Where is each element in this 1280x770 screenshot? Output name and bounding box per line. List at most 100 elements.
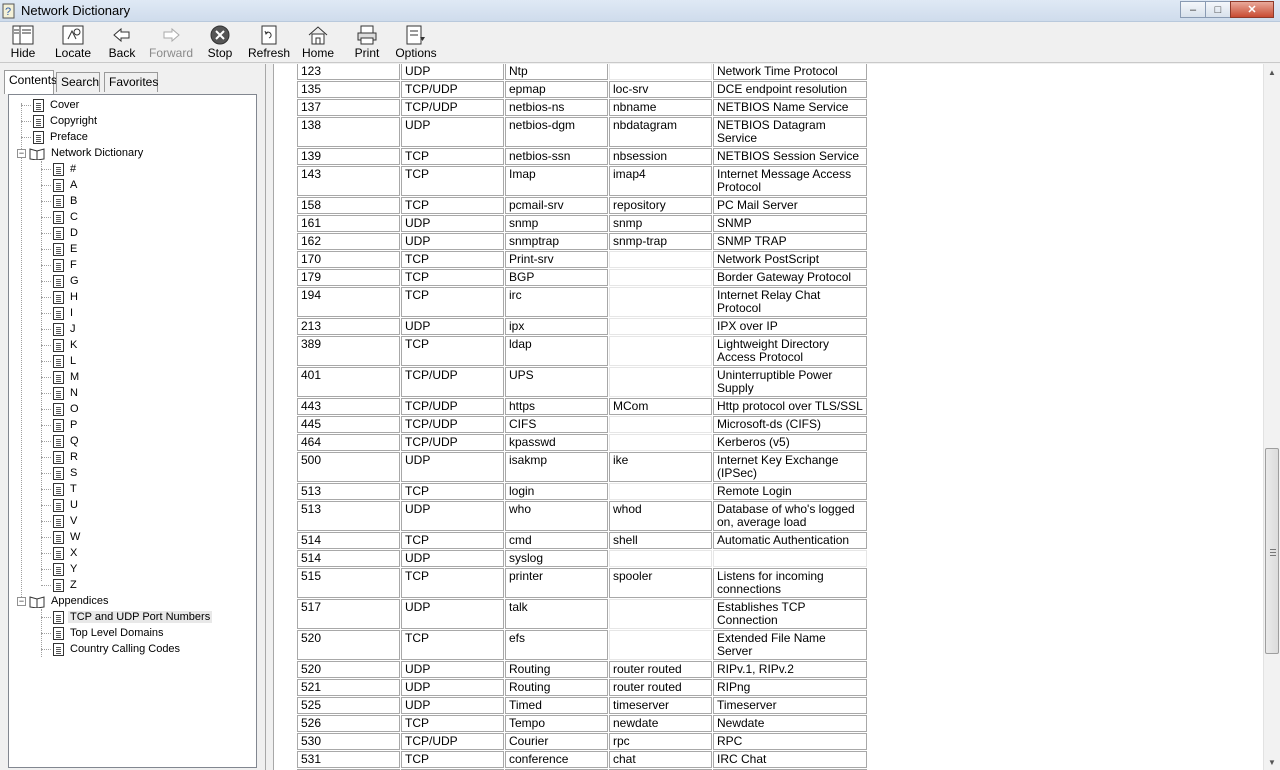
maximize-button[interactable]: □	[1205, 1, 1231, 18]
tree-item-letter[interactable]: Q	[41, 433, 81, 449]
print-button[interactable]: Print	[354, 24, 380, 62]
tree-item-letter[interactable]: A	[41, 177, 79, 193]
locate-button[interactable]: Locate	[55, 24, 91, 62]
tree-item-letter[interactable]: G	[41, 273, 81, 289]
tree-item-letter[interactable]: W	[41, 529, 82, 545]
tree-item-letter[interactable]: L	[41, 353, 78, 369]
tree-item-letter[interactable]: M	[41, 369, 81, 385]
print-label: Print	[354, 46, 380, 60]
home-button[interactable]: Home	[301, 24, 335, 62]
tree-item-letter[interactable]: C	[41, 209, 80, 225]
tree-item-letter[interactable]: E	[41, 241, 79, 257]
tree-item-letter[interactable]: F	[41, 257, 79, 273]
tree-item-letter[interactable]: V	[41, 513, 79, 529]
scroll-up-arrow-icon[interactable]: ▲	[1264, 64, 1280, 80]
table-cell: who	[505, 501, 608, 531]
table-cell: 158	[297, 197, 400, 214]
tree-item-country-calling-codes[interactable]: Country Calling Codes	[41, 641, 182, 657]
tree-item-letter[interactable]: R	[41, 449, 80, 465]
table-cell: Internet Relay Chat Protocol	[713, 287, 867, 317]
table-cell: TCP	[401, 568, 504, 598]
tree-item-letter[interactable]: N	[41, 385, 80, 401]
tab-contents[interactable]: Contents	[4, 70, 57, 94]
table-row: 139 TCP netbios-ssn nbsession NETBIOS Sessio…	[297, 148, 867, 165]
table-cell: https	[505, 398, 608, 415]
table-cell: TCP/UDP	[401, 733, 504, 750]
table-cell: 531	[297, 751, 400, 768]
tree-item-network-dictionary[interactable]: Network Dictionary	[29, 145, 145, 161]
table-cell: Extended File Name Server	[713, 630, 867, 660]
tab-favorites[interactable]: Favorites	[104, 72, 158, 92]
tree-item-letter[interactable]: U	[41, 497, 80, 513]
table-cell: DCE endpoint resolution	[713, 81, 867, 98]
tree-item-letter[interactable]: D	[41, 225, 80, 241]
refresh-button[interactable]: Refresh	[248, 24, 290, 62]
table-cell: Network Time Protocol	[713, 64, 867, 80]
scrollbar-thumb[interactable]	[1265, 448, 1279, 654]
table-cell: TCP	[401, 483, 504, 500]
table-cell: irc	[505, 287, 608, 317]
table-cell: Uninterruptible Power Supply	[713, 367, 867, 397]
tree-item-letter[interactable]: X	[41, 545, 79, 561]
table-cell: 464	[297, 434, 400, 451]
table-row: 179 TCP BGP Border Gateway Protocol	[297, 269, 867, 286]
options-button[interactable]: Options	[395, 24, 437, 62]
tree-item-preface[interactable]: Preface	[21, 129, 90, 145]
collapse-network-dictionary[interactable]: −	[17, 149, 26, 158]
table-cell: chat	[609, 751, 712, 768]
home-icon	[306, 24, 330, 46]
table-cell: 179	[297, 269, 400, 286]
table-cell: UDP	[401, 64, 504, 80]
page-icon	[53, 258, 64, 272]
minimize-button[interactable]: –	[1180, 1, 1206, 18]
table-cell: 513	[297, 483, 400, 500]
page-icon	[53, 338, 64, 352]
tree-item-letter[interactable]: P	[41, 417, 79, 433]
table-cell: 515	[297, 568, 400, 598]
table-cell: BGP	[505, 269, 608, 286]
table-cell: 213	[297, 318, 400, 335]
table-cell: 443	[297, 398, 400, 415]
tree-item-letter[interactable]: S	[41, 465, 79, 481]
forward-button[interactable]: Forward	[149, 24, 193, 62]
table-cell: 139	[297, 148, 400, 165]
tree-item-letter[interactable]: H	[41, 289, 80, 305]
table-cell: 143	[297, 166, 400, 196]
table-row: 521 UDP Routing router routed RIPng	[297, 679, 867, 696]
tree-item-cover[interactable]: Cover	[21, 97, 81, 113]
close-button[interactable]: ✕	[1230, 1, 1274, 18]
collapse-appendices[interactable]: −	[17, 597, 26, 606]
tree-item-copyright[interactable]: Copyright	[21, 113, 99, 129]
tree-item-letter[interactable]: Z	[41, 577, 79, 593]
table-cell: Imap	[505, 166, 608, 196]
table-cell: repository	[609, 197, 712, 214]
tree-item-letter[interactable]: B	[41, 193, 79, 209]
table-row: 530 TCP/UDP Courier rpc RPC	[297, 733, 867, 750]
tree-item-letter[interactable]: T	[41, 481, 79, 497]
page-icon	[53, 194, 64, 208]
tree-item-letter[interactable]: J	[41, 321, 78, 337]
tree-item-letter[interactable]: #	[41, 161, 78, 177]
page-icon	[53, 290, 64, 304]
tab-search[interactable]: Search	[56, 72, 100, 92]
table-row: 515 TCP printer spooler Listens for incoming…	[297, 568, 867, 598]
tree-item-letter[interactable]: I	[41, 305, 75, 321]
tree-item-top-level-domains[interactable]: Top Level Domains	[41, 625, 166, 641]
stop-button[interactable]: Stop	[206, 24, 234, 62]
table-cell: rpc	[609, 733, 712, 750]
table-cell: snmptrap	[505, 233, 608, 250]
back-button[interactable]: Back	[107, 24, 137, 62]
content-scrollbar[interactable]: ▲ ▼	[1263, 64, 1280, 770]
tree-item-letter[interactable]: K	[41, 337, 79, 353]
tree-item-tcp-udp-port-numbers[interactable]: TCP and UDP Port Numbers	[41, 609, 213, 625]
table-cell: 161	[297, 215, 400, 232]
tree-item-letter[interactable]: O	[41, 401, 81, 417]
tree-item-letter[interactable]: Y	[41, 561, 79, 577]
table-row: 401 TCP/UDP UPS Uninterruptible Power Suppl…	[297, 367, 867, 397]
table-row: 138 UDP netbios-dgm nbdatagram NETBIOS Datag…	[297, 117, 867, 147]
scroll-down-arrow-icon[interactable]: ▼	[1264, 754, 1280, 770]
hide-button[interactable]: Hide	[8, 24, 38, 62]
table-cell: 521	[297, 679, 400, 696]
tree-item-appendices[interactable]: Appendices	[29, 593, 111, 609]
table-cell: imap4	[609, 166, 712, 196]
